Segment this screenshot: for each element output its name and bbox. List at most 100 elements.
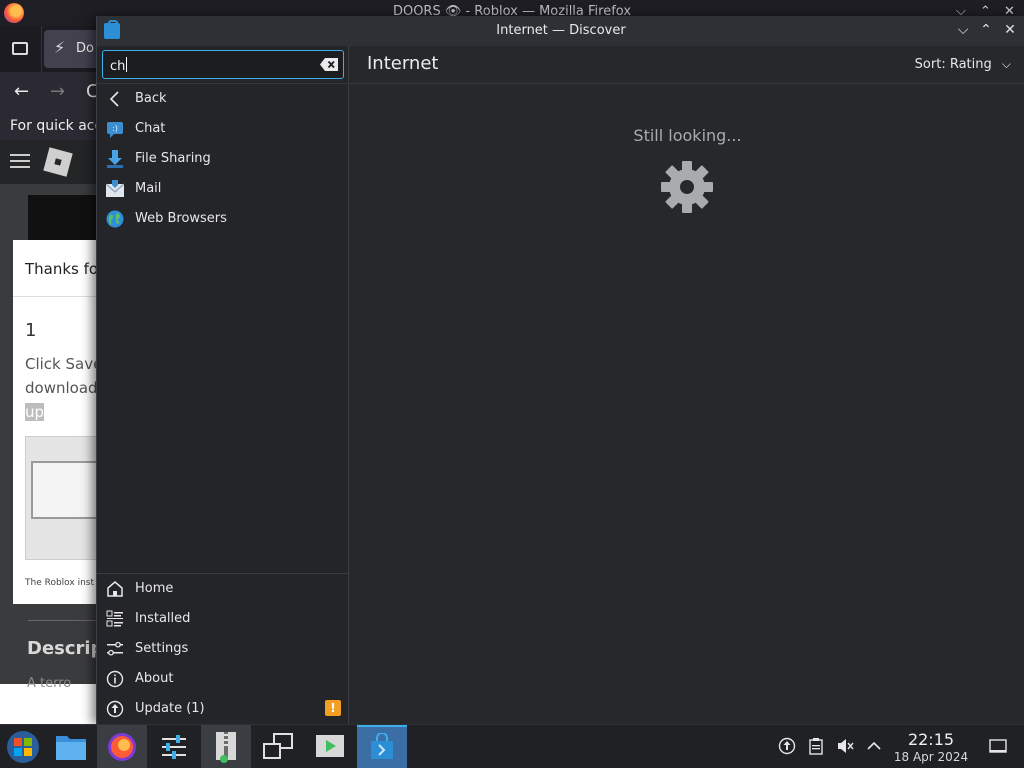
speaker-muted-icon xyxy=(838,739,854,753)
chevron-left-icon xyxy=(109,91,119,107)
start-menu-button[interactable] xyxy=(0,725,50,768)
digital-clock[interactable]: 22:15 18 Apr 2024 xyxy=(890,731,972,765)
clear-search-icon[interactable] xyxy=(320,58,338,71)
clipboard-icon-glyph xyxy=(809,738,823,755)
info-icon xyxy=(106,670,124,688)
globe-icon xyxy=(106,210,124,228)
media-player-icon xyxy=(316,735,344,757)
sliders-icon xyxy=(162,735,186,759)
taskbar-archive-manager[interactable] xyxy=(201,725,251,768)
sidebar-item-back[interactable]: Back xyxy=(97,84,349,114)
sidebar-item-about[interactable]: About xyxy=(97,664,349,694)
expand-tray-icon xyxy=(867,741,881,750)
screenshot-caption: The Roblox inst xyxy=(25,578,95,588)
discover-sidebar: ch Back :) Chat File Sharing Mail Web Br… xyxy=(97,46,349,724)
taskbar-media-player[interactable] xyxy=(305,725,355,768)
sort-label: Sort: Rating xyxy=(914,57,992,72)
step-line-2: download xyxy=(25,379,96,397)
sidebar-item-mail[interactable]: Mail xyxy=(97,174,349,204)
instruction-screenshot xyxy=(25,436,96,560)
taskbar-virtual-desktops[interactable] xyxy=(253,725,303,768)
sidebar-item-file-sharing[interactable]: File Sharing xyxy=(97,144,349,174)
clock-time: 22:15 xyxy=(907,730,955,749)
sidebar-item-web-browsers[interactable]: Web Browsers xyxy=(97,204,349,234)
taskbar-system-settings[interactable] xyxy=(149,725,199,768)
description-heading: Descrip xyxy=(27,638,96,659)
sidebar-item-label: Web Browsers xyxy=(135,211,227,226)
clipboard-icon[interactable] xyxy=(806,737,826,757)
file-sharing-icon xyxy=(107,150,123,168)
discover-titlebar: Internet — Discover ⌵ ⌃ ✕ xyxy=(97,16,1024,46)
discover-main: Internet Sort: Rating ⌵ Still looking... xyxy=(350,46,1024,724)
chevron-down-icon: ⌵ xyxy=(1001,57,1011,71)
dialog-preview xyxy=(31,461,96,519)
page-banner xyxy=(28,195,96,240)
desktop-icon xyxy=(989,739,1007,753)
main-header: Internet Sort: Rating ⌵ xyxy=(350,46,1024,84)
sidebar-item-label: File Sharing xyxy=(135,151,211,166)
hamburger-menu-icon[interactable] xyxy=(10,154,30,168)
step-line-1: Click Save xyxy=(25,355,96,373)
sidebar-item-update[interactable]: Update (1) ! xyxy=(97,694,349,724)
firefox-view-icon xyxy=(12,42,28,55)
search-input[interactable]: ch xyxy=(102,50,344,79)
text-cursor xyxy=(126,57,128,72)
updates-tray-icon[interactable] xyxy=(777,737,797,757)
web-page-visible-area: Thanks fo 1 Click Save download up The R… xyxy=(0,140,96,724)
archive-icon xyxy=(216,732,236,763)
sidebar-item-label: Installed xyxy=(135,611,191,626)
desktops-icon xyxy=(263,733,293,759)
divider xyxy=(28,620,96,621)
bookmarks-hint: For quick acc xyxy=(10,118,103,134)
update-icon xyxy=(778,737,796,755)
discover-window-title: Internet — Discover xyxy=(496,23,626,38)
sidebar-item-label: Home xyxy=(135,581,174,596)
sidebar-item-chat[interactable]: :) Chat xyxy=(97,114,349,144)
discover-window: Internet — Discover ⌵ ⌃ ✕ ch Back :) Cha… xyxy=(96,16,1024,724)
roblox-logo-icon[interactable] xyxy=(43,147,73,177)
page-title: Internet xyxy=(367,53,439,74)
firefox-view-button[interactable] xyxy=(0,26,42,72)
sidebar-item-label: Back xyxy=(135,91,167,106)
close-icon[interactable]: ✕ xyxy=(1001,21,1019,39)
minimize-icon[interactable]: ⌵ xyxy=(954,21,972,39)
show-desktop-icon[interactable] xyxy=(988,737,1008,757)
sort-dropdown[interactable]: Sort: Rating ⌵ xyxy=(915,57,1011,72)
clock-date: 18 Apr 2024 xyxy=(893,750,969,764)
back-arrow-icon[interactable]: ← xyxy=(14,81,29,102)
download-instructions-card: Thanks fo 1 Click Save download up The R… xyxy=(13,240,96,604)
home-icon xyxy=(107,581,123,597)
sidebar-item-label: Chat xyxy=(135,121,166,136)
mail-icon xyxy=(106,180,124,197)
taskbar-discover[interactable] xyxy=(357,725,407,768)
taskbar-firefox[interactable] xyxy=(97,725,147,768)
sidebar-item-settings[interactable]: Settings xyxy=(97,634,349,664)
step-number: 1 xyxy=(25,320,37,341)
update-badge: ! xyxy=(325,700,341,716)
thanks-text: Thanks fo xyxy=(25,260,96,278)
taskbar: 22:15 18 Apr 2024 xyxy=(0,724,1024,768)
sidebar-item-home[interactable]: Home xyxy=(97,574,349,604)
maximize-icon[interactable]: ⌃ xyxy=(977,21,995,39)
update-icon xyxy=(106,700,124,718)
sidebar-item-label: Mail xyxy=(135,181,162,196)
step-line-3: up xyxy=(25,403,45,421)
firefox-tab[interactable]: ⚡ Do xyxy=(44,30,104,68)
settings-sliders-icon xyxy=(107,641,123,656)
taskbar-file-manager[interactable] xyxy=(46,725,96,768)
search-text: ch xyxy=(110,59,126,74)
step-text: Click Save download up xyxy=(25,352,96,424)
sidebar-item-label: Settings xyxy=(135,641,189,656)
volume-muted-icon[interactable] xyxy=(835,737,855,757)
start-orb-icon xyxy=(7,731,39,763)
sidebar-item-label: About xyxy=(135,671,174,686)
search-input-value: ch xyxy=(110,57,128,74)
gear-icon xyxy=(661,161,713,213)
chat-icon: :) xyxy=(107,122,123,138)
sidebar-item-installed[interactable]: Installed xyxy=(97,604,349,634)
divider xyxy=(13,296,96,297)
sidebar-item-label: Update (1) xyxy=(135,701,205,716)
chevron-up-icon[interactable] xyxy=(864,737,884,757)
description-text: A terro xyxy=(27,676,72,691)
forward-arrow-icon[interactable]: → xyxy=(50,81,65,102)
